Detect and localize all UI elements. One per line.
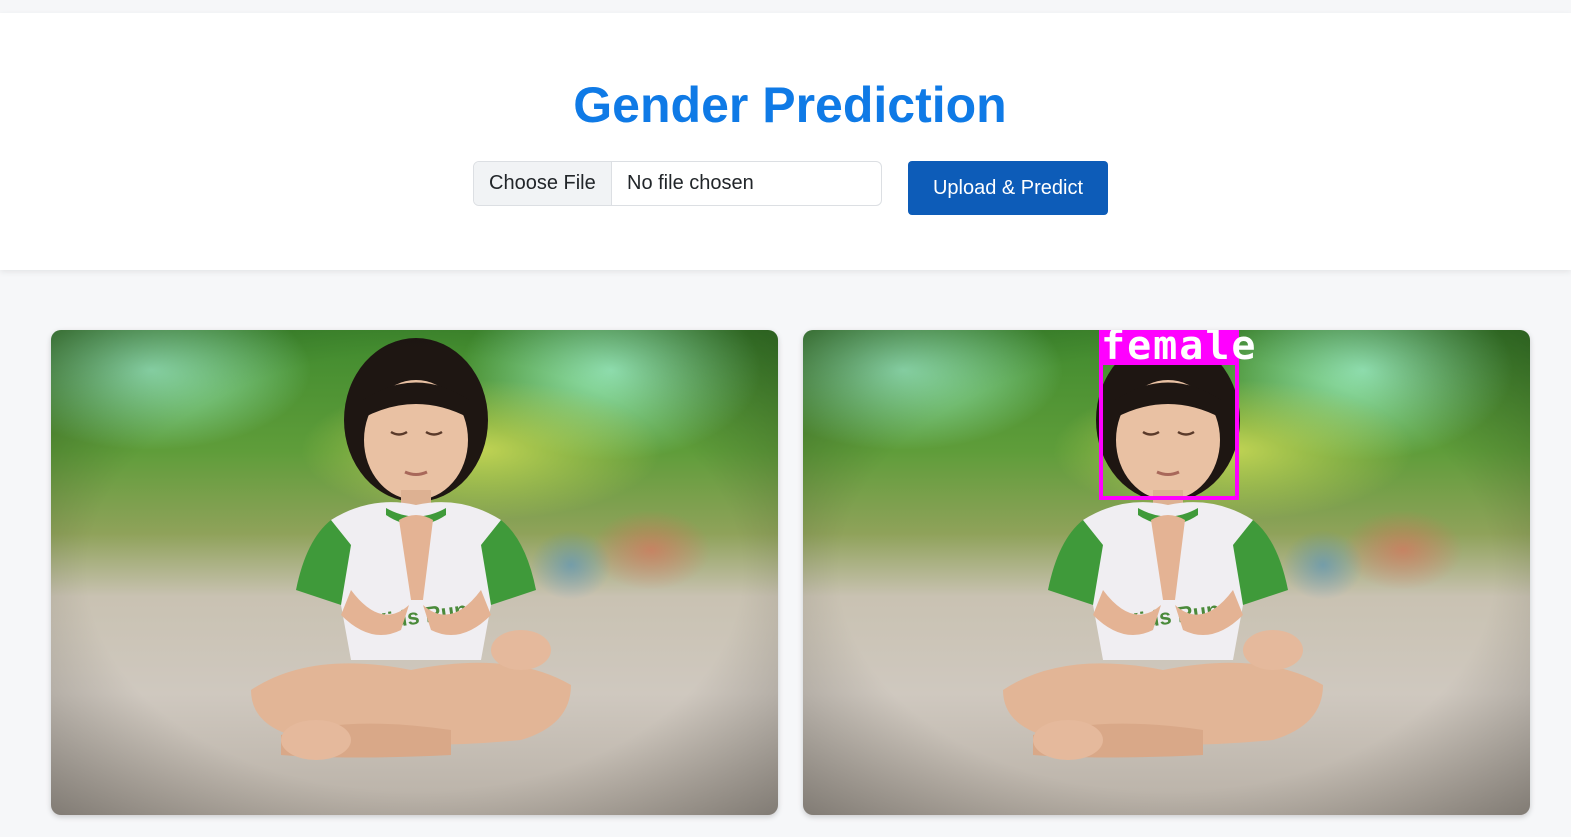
upload-predict-button[interactable]: Upload & Predict [908,161,1108,215]
header-panel: Gender Prediction Choose File No file ch… [0,13,1571,270]
face-bounding-box [1099,361,1239,500]
prediction-result-image: female [803,330,1530,815]
file-status-text: No file chosen [627,172,754,194]
file-input[interactable]: Choose File No file chosen [473,161,882,206]
photo-scene [51,330,778,815]
page-title: Gender Prediction [573,77,1007,133]
original-image [51,330,778,815]
choose-file-button[interactable]: Choose File [474,162,612,205]
